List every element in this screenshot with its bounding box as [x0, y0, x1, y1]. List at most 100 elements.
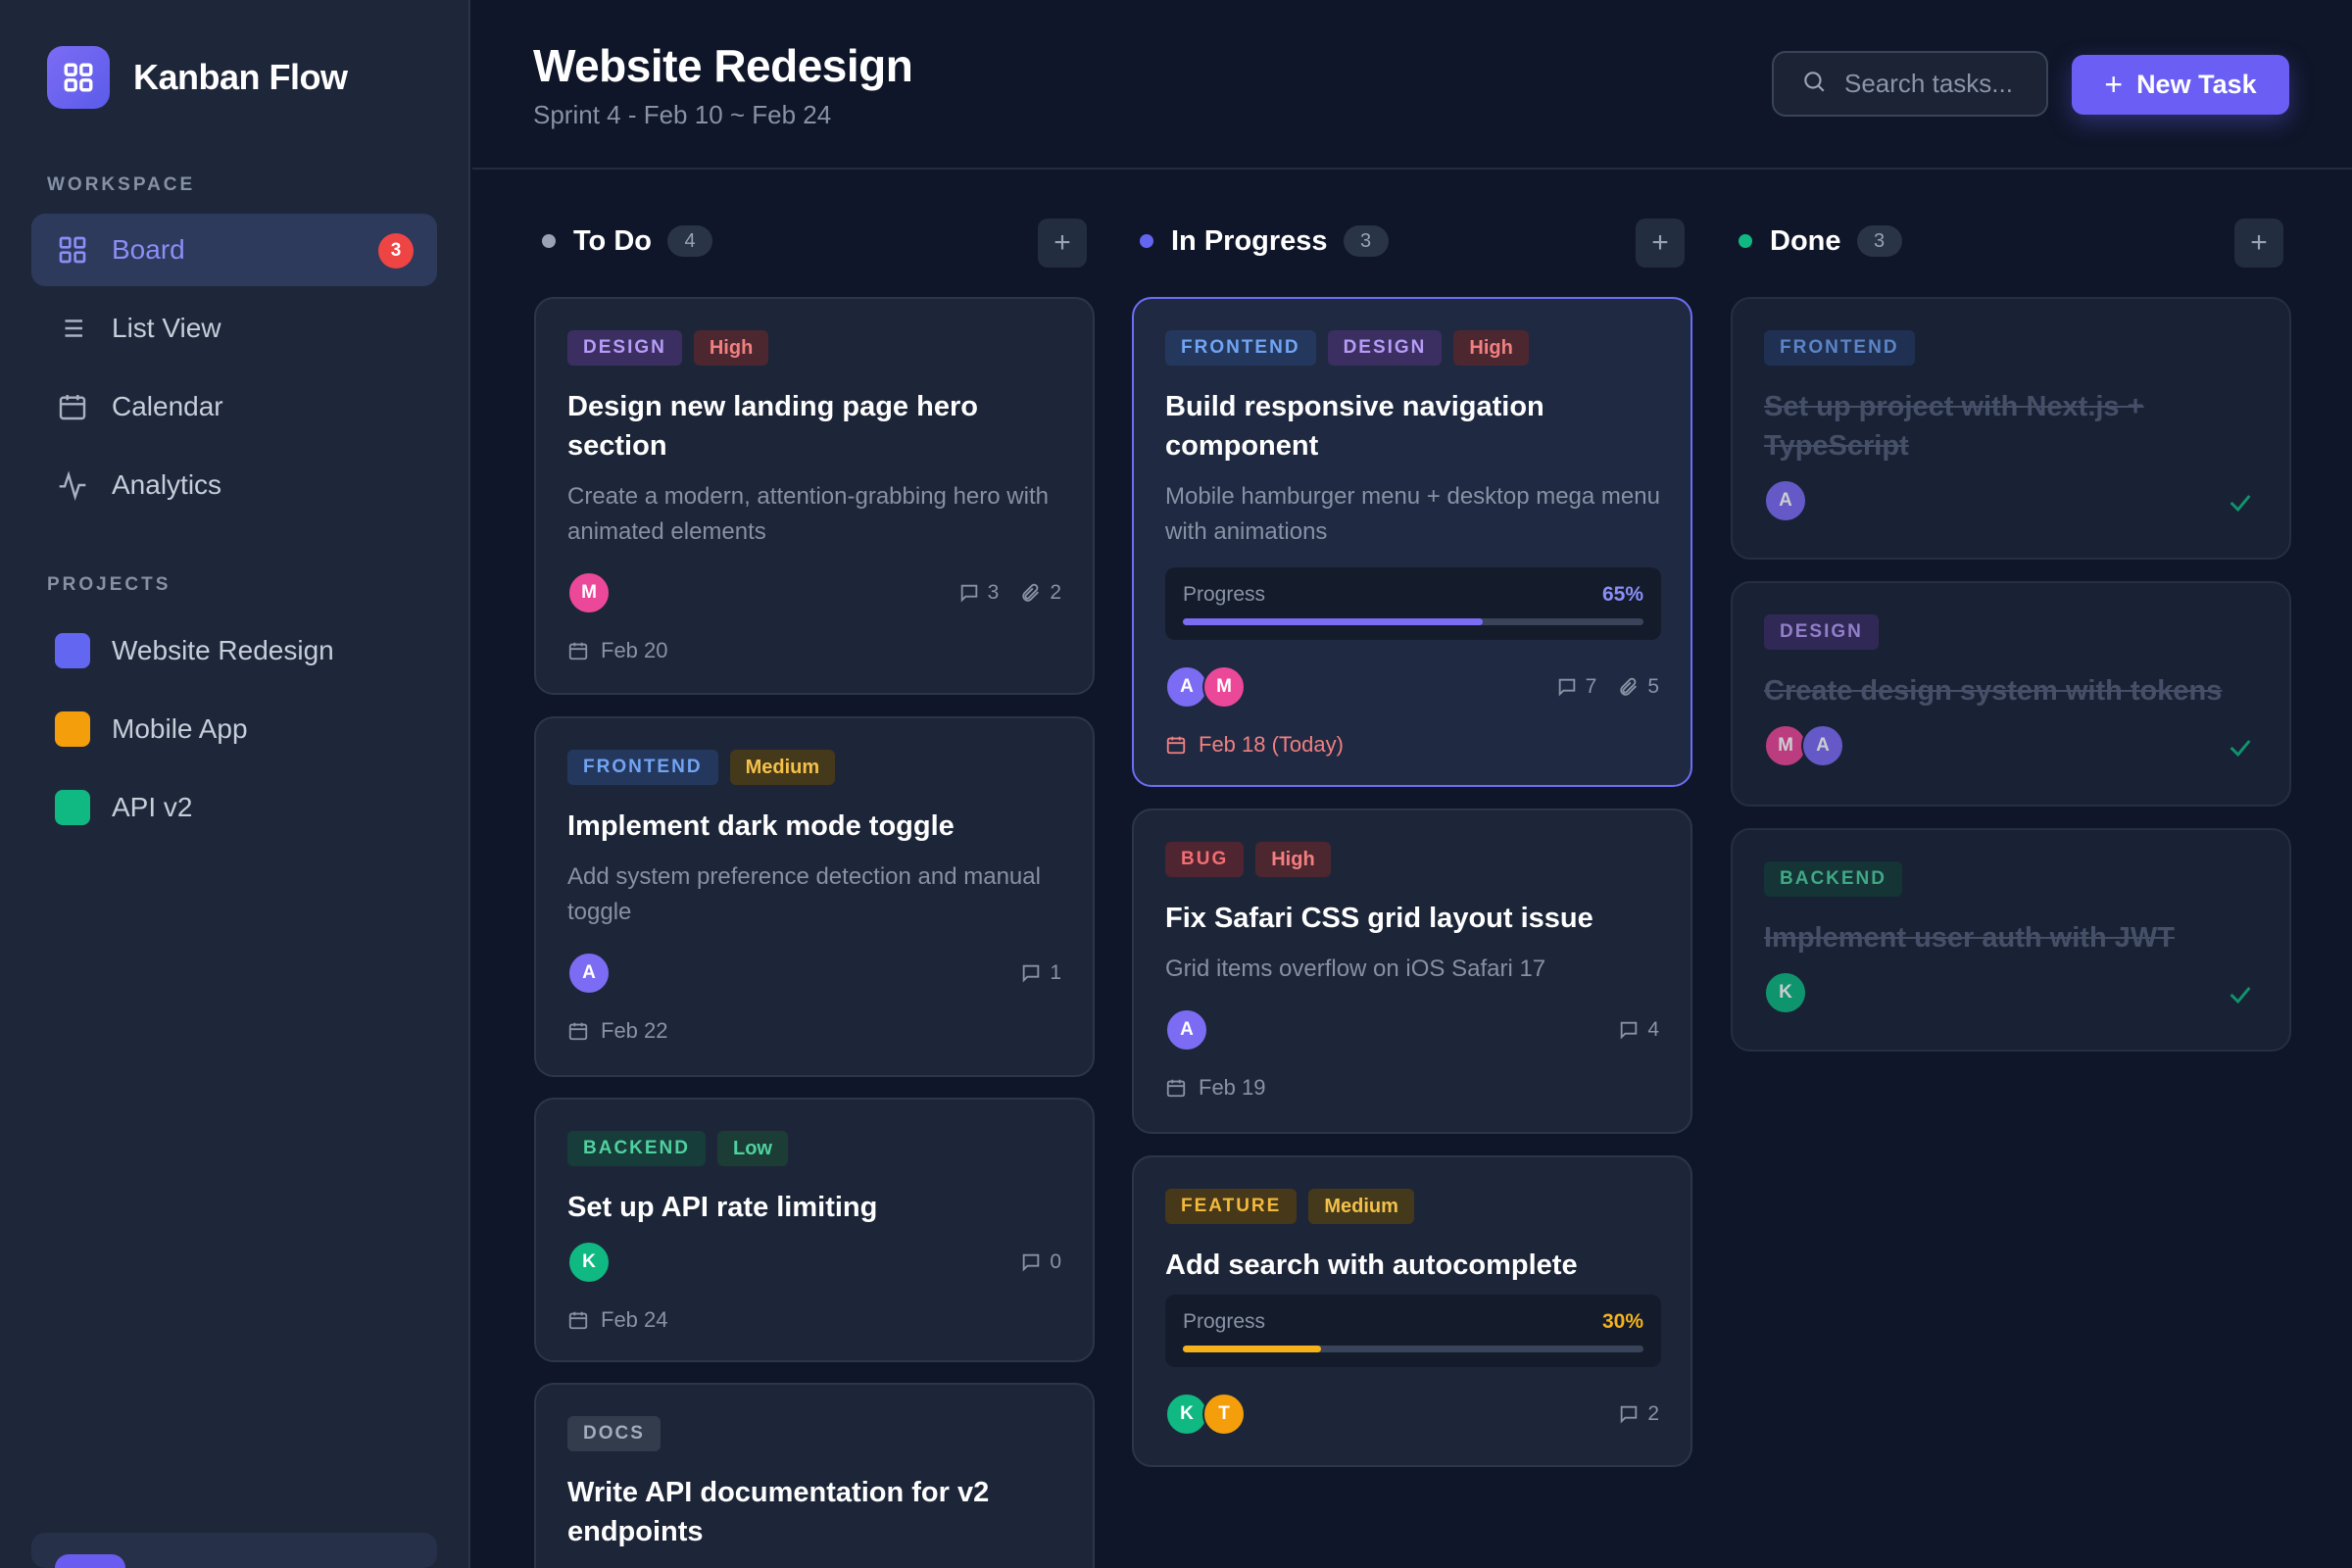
add-card-button[interactable]: + — [1636, 219, 1685, 268]
column-in-progress: In Progress 3 + FRONTEND DESIGN High Bui… — [1132, 211, 1692, 1467]
project-label: Website Redesign — [112, 635, 334, 665]
board-count-badge: 3 — [378, 233, 414, 269]
avatar[interactable]: M — [1202, 665, 1246, 709]
task-card[interactable]: DOCS Write API documentation for v2 endp… — [534, 1383, 1095, 1568]
paperclip-icon — [1620, 677, 1638, 696]
nav-item-list-view[interactable]: List View — [31, 292, 437, 365]
task-card[interactable]: FEATURE Medium Add search with autocompl… — [1132, 1155, 1692, 1467]
brand[interactable]: Kanban Flow — [47, 46, 348, 109]
category-tag: FRONTEND — [1165, 330, 1316, 366]
due-date: Feb 24 — [567, 1307, 668, 1333]
new-task-button[interactable]: + New Task — [2072, 55, 2289, 115]
card-meta: 1 — [999, 961, 1061, 985]
priority-tag: Medium — [729, 750, 836, 785]
add-card-button[interactable]: + — [2234, 219, 2283, 268]
assignee-list: A M — [1165, 665, 1246, 709]
avatar[interactable]: K — [567, 1241, 611, 1284]
progress-label: Progress — [1183, 1310, 1266, 1333]
status-dot — [1739, 234, 1752, 248]
task-title: Implement dark mode toggle — [567, 810, 955, 842]
project-label: API v2 — [112, 792, 193, 822]
comment-count: 0 — [1020, 1250, 1061, 1274]
task-title: Set up API rate limiting — [567, 1192, 878, 1223]
task-title: Create design system with tokens — [1764, 675, 2223, 707]
assignee-list: K T — [1165, 1393, 1246, 1436]
task-card[interactable]: FRONTEND DESIGN High Build responsive na… — [1132, 297, 1692, 787]
comment-count: 2 — [1618, 1402, 1659, 1426]
task-card[interactable]: DESIGN High Design new landing page hero… — [534, 297, 1095, 695]
comment-count: 4 — [1618, 1018, 1659, 1042]
avatar[interactable]: A — [1764, 479, 1807, 522]
kanban-logo-icon — [47, 46, 110, 109]
comment-count: 7 — [1556, 675, 1596, 699]
assignee-list: A — [567, 952, 611, 995]
checkmark-icon — [2230, 987, 2251, 1004]
nav-item-board[interactable]: Board 3 — [31, 214, 437, 286]
project-item-website-redesign[interactable]: Website Redesign — [31, 619, 437, 682]
progress-value: 30% — [1601, 1310, 1643, 1333]
task-title: Set up project with Next.js + TypeScript — [1764, 391, 2144, 462]
project-color-swatch — [55, 711, 90, 747]
avatar[interactable]: M — [567, 571, 611, 614]
comment-icon — [1023, 964, 1040, 983]
column-title: Done — [1770, 224, 1841, 257]
add-card-button[interactable]: + — [1038, 219, 1087, 268]
category-tag: BACKEND — [1764, 861, 1902, 897]
project-item-mobile-app[interactable]: Mobile App — [31, 698, 437, 760]
category-tag: DOCS — [567, 1416, 661, 1451]
nav-item-analytics[interactable]: Analytics — [31, 449, 437, 521]
paperclip-icon — [1022, 583, 1040, 602]
card-meta: 3 2 — [937, 581, 1061, 605]
task-title: Implement user auth with JWT — [1764, 922, 2175, 954]
calendar-icon — [568, 1311, 588, 1330]
progress-fill — [1183, 1346, 1321, 1352]
progress-value: 65% — [1601, 583, 1643, 606]
tag-list: FRONTEND — [1764, 330, 1927, 366]
list-icon — [55, 311, 90, 346]
status-dot — [1140, 234, 1153, 248]
search-box[interactable] — [1772, 51, 2048, 117]
plus-icon: + — [2104, 67, 2124, 102]
project-color-swatch — [55, 633, 90, 668]
tag-list: FRONTEND DESIGN High — [1165, 330, 1541, 366]
task-description: Create a modern, attention-grabbing hero… — [567, 483, 1049, 545]
category-tag: FRONTEND — [1764, 330, 1915, 366]
task-title: Write API documentation for v2 endpoints — [567, 1477, 990, 1547]
project-item-api-v2[interactable]: API v2 — [31, 776, 437, 839]
avatar[interactable]: A — [567, 952, 611, 995]
tag-list: DOCS — [567, 1416, 672, 1451]
task-card[interactable]: BACKEND Low Set up API rate limiting K 0… — [534, 1098, 1095, 1362]
task-card[interactable]: DESIGN Create design system with tokens … — [1731, 581, 2291, 807]
nav-item-calendar[interactable]: Calendar — [31, 370, 437, 443]
user-profile[interactable] — [31, 1533, 437, 1568]
category-tag: FRONTEND — [567, 750, 718, 785]
new-task-label: New Task — [2136, 70, 2257, 99]
tag-list: FRONTEND Medium — [567, 750, 847, 785]
app-name: Kanban Flow — [133, 57, 348, 97]
avatar[interactable]: A — [1165, 1008, 1208, 1052]
progress-panel: Progress 30% — [1165, 1295, 1661, 1367]
workspace-label: WORKSPACE — [47, 174, 196, 195]
task-description: Grid items overflow on iOS Safari 17 — [1165, 956, 1546, 982]
search-input[interactable] — [1844, 69, 2040, 99]
avatar[interactable]: A — [1801, 724, 1844, 767]
progress-panel: Progress 65% — [1165, 567, 1661, 640]
project-label: Mobile App — [112, 713, 248, 744]
avatar — [55, 1554, 125, 1568]
due-date: Feb 22 — [567, 1018, 668, 1044]
avatar[interactable]: T — [1202, 1393, 1246, 1436]
priority-tag: Medium — [1308, 1189, 1414, 1224]
activity-icon — [55, 467, 90, 503]
task-card[interactable]: BACKEND Implement user auth with JWT K — [1731, 828, 2291, 1052]
task-title: Build responsive navigation component — [1165, 391, 1544, 462]
comment-icon — [960, 584, 977, 603]
task-card[interactable]: FRONTEND Set up project with Next.js + T… — [1731, 297, 2291, 560]
card-meta: 7 5 — [1535, 675, 1659, 699]
tag-list: DESIGN — [1764, 614, 1890, 650]
task-title: Add search with autocomplete — [1165, 1250, 1578, 1281]
task-description: Add system preference detection and manu… — [567, 863, 1041, 925]
task-card[interactable]: BUG High Fix Safari CSS grid layout issu… — [1132, 808, 1692, 1134]
avatar[interactable]: K — [1764, 971, 1807, 1014]
column-header: In Progress 3 + — [1132, 211, 1692, 271]
task-card[interactable]: FRONTEND Medium Implement dark mode togg… — [534, 716, 1095, 1077]
